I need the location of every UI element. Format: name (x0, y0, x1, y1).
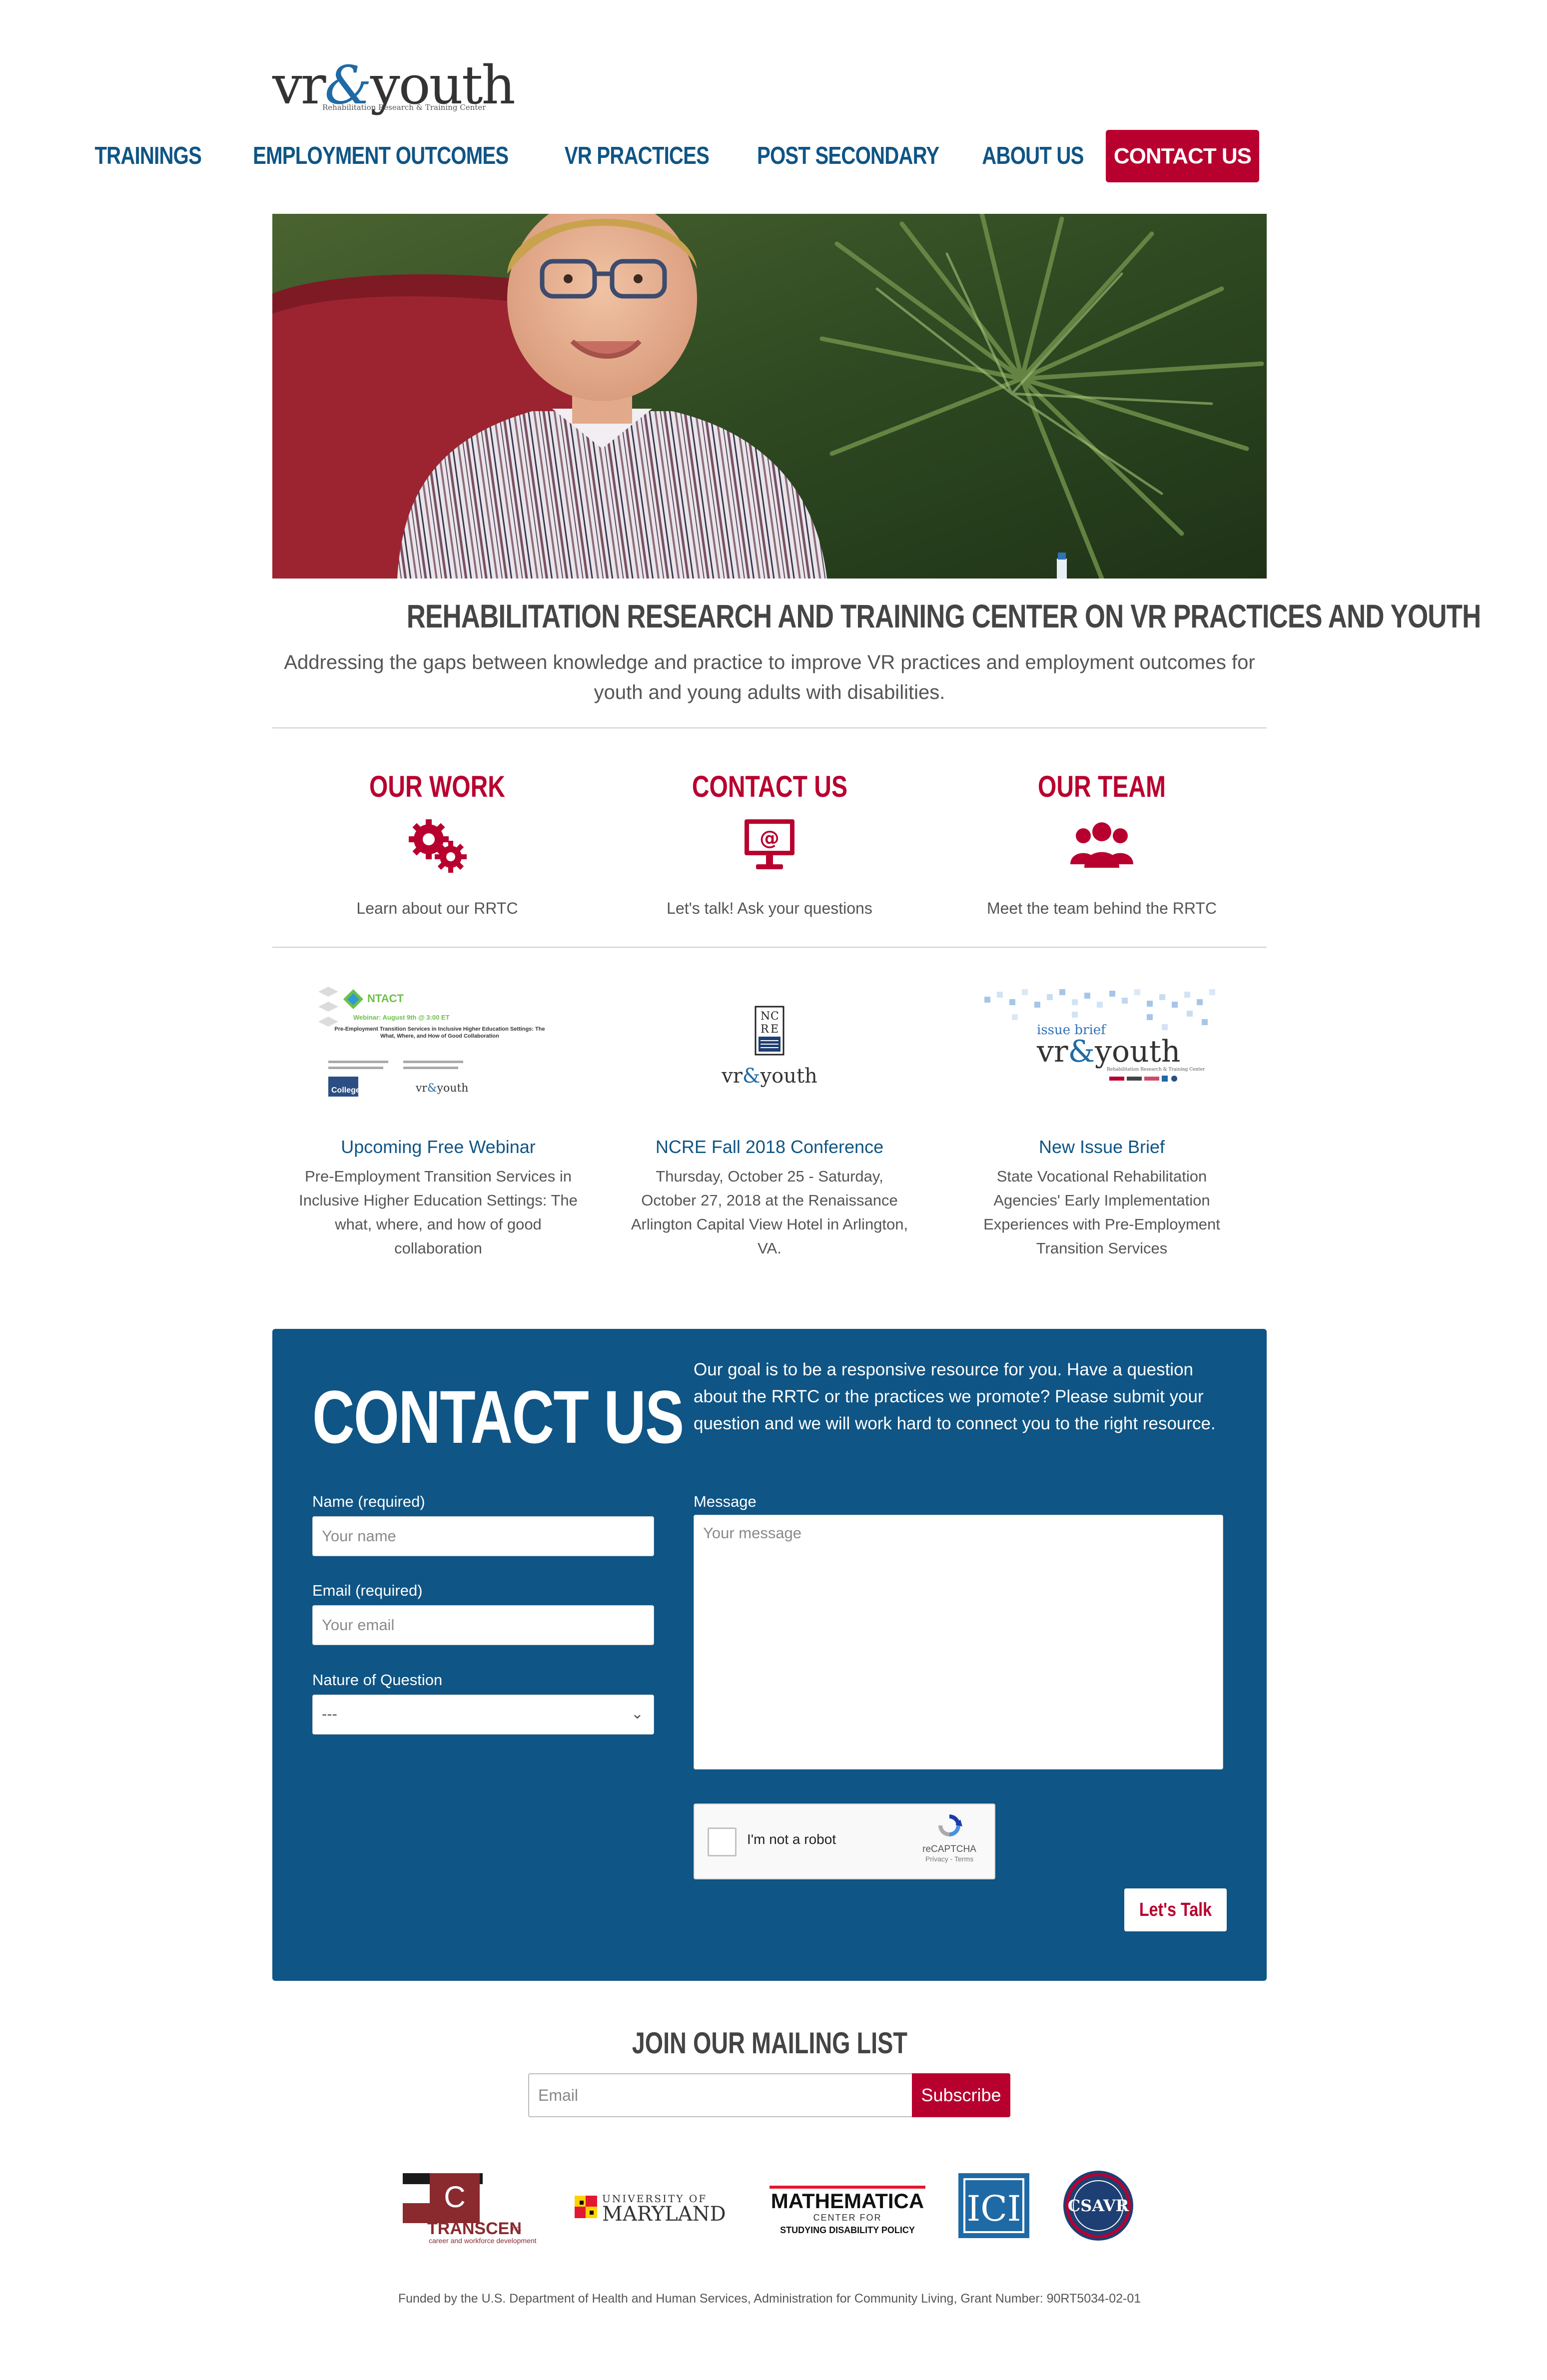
svg-text:N: N (761, 1010, 770, 1023)
contact-heading: CONTACT US (312, 1375, 684, 1459)
nature-label: Nature of Question (312, 1671, 443, 1689)
partner-logos: C TRANSCEN inc. career and workforce dev… (0, 2168, 1547, 2248)
recaptcha-label: I'm not a robot (747, 1831, 836, 1847)
monitor-at-icon: @ (745, 819, 794, 869)
news-title[interactable]: New Issue Brief (962, 1137, 1242, 1158)
news-item-issue-brief[interactable]: issue brief vr&youth Rehabilitation Rese… (962, 987, 1242, 1260)
mailing-title: JOIN OUR MAILING LIST (632, 2026, 907, 2060)
page-subtitle: Addressing the gaps between knowledge an… (284, 651, 1255, 703)
logo-tagline: Rehabilitation Research & Training Cente… (322, 103, 486, 112)
nav-trainings[interactable]: TRAININGS (81, 130, 214, 182)
recaptcha-icon (938, 1814, 962, 1836)
svg-text:@: @ (760, 827, 779, 850)
feature-title: CONTACT US (692, 770, 847, 803)
mathematica-logo: MATHEMATICA CENTER FOR STUDYING DISABILI… (770, 2186, 925, 2235)
svg-text:STUDYING DISABILITY POLICY: STUDYING DISABILITY POLICY (780, 2225, 915, 2235)
svg-text:TRANSCEN: TRANSCEN (427, 2219, 522, 2238)
ncre-logo: N C R E vr&youth (650, 987, 889, 1104)
svg-text:career and workforce developme: career and workforce development (429, 2237, 537, 2245)
svg-text:Rehabilitation Research & Trai: Rehabilitation Research & Training Cente… (1107, 1067, 1205, 1072)
svg-text:CSAVR: CSAVR (1068, 2196, 1129, 2215)
nav-employment-outcomes[interactable]: EMPLOYMENT OUTCOMES (240, 130, 522, 182)
recaptcha-brand: reCAPTCHA (922, 1844, 976, 1854)
contact-intro: Our goal is to be a responsive resource … (694, 1360, 1216, 1433)
issue-brief-graphic: issue brief vr&youth Rehabilitation Rese… (982, 987, 1222, 1104)
webinar-graphic: NTACT Webinar: August 9th @ 3:00 ET Pre-… (318, 987, 558, 1104)
news-desc: Pre-Employment Transition Services in In… (299, 1168, 578, 1257)
svg-text:NTACT: NTACT (367, 992, 404, 1005)
issue-brief-thumbnail[interactable]: issue brief vr&youth Rehabilitation Rese… (982, 987, 1222, 1104)
svg-text:E: E (771, 1023, 778, 1036)
svg-text:ICI: ICI (967, 2188, 1021, 2229)
email-label: Email (required) (312, 1582, 423, 1599)
feature-contact-us[interactable]: CONTACT US @ Let's talk! Ask your questi… (605, 769, 934, 918)
feature-our-team[interactable]: OUR TEAM Meet the team behind the RRTC (937, 769, 1267, 918)
svg-text:CENTER FOR: CENTER FOR (813, 2213, 882, 2223)
nature-select[interactable]: --- ⌄ (312, 1695, 654, 1735)
chevron-down-icon: ⌄ (631, 1706, 644, 1722)
news-title[interactable]: Upcoming Free Webinar (298, 1137, 578, 1158)
nav-post-secondary[interactable]: POST SECONDARY (744, 130, 952, 182)
mailing-email-input[interactable] (528, 2073, 912, 2117)
news-item-webinar[interactable]: NTACT Webinar: August 9th @ 3:00 ET Pre-… (298, 987, 578, 1260)
transcen-logo: C TRANSCEN inc. career and workforce dev… (403, 2173, 537, 2245)
ici-logo: ICI (958, 2173, 1029, 2238)
section-divider (272, 727, 1267, 728)
nav-contact-us[interactable]: CONTACT US (1105, 130, 1259, 182)
section-divider (272, 947, 1267, 948)
svg-text:vr&youth: vr&youth (415, 1082, 468, 1095)
svg-text:C: C (444, 2180, 465, 2214)
message-label: Message (694, 1493, 757, 1510)
name-input[interactable] (312, 1516, 654, 1556)
subscribe-button[interactable]: Subscribe (912, 2073, 1010, 2117)
site-logo[interactable]: vr&youth Rehabilitation Research & Train… (272, 59, 516, 116)
name-label: Name (required) (312, 1493, 425, 1510)
umd-logo: UNIVERSITY OF MARYLAND (575, 2193, 726, 2226)
main-nav: TRAININGS EMPLOYMENT OUTCOMES VR PRACTIC… (77, 130, 1259, 182)
recaptcha-widget: I'm not a robot reCAPTCHA Privacy - Term… (694, 1803, 995, 1879)
feature-title: OUR TEAM (1037, 770, 1166, 803)
page-title: REHABILITATION RESEARCH AND TRAINING CEN… (406, 597, 1482, 634)
svg-text:MARYLAND: MARYLAND (602, 2203, 726, 2226)
feature-desc: Learn about our RRTC (356, 899, 518, 917)
csavr-logo: CSAVR (1063, 2171, 1133, 2241)
svg-text:MATHEMATICA: MATHEMATICA (771, 2189, 924, 2213)
site-header: vr&youth Rehabilitation Research & Train… (94, 59, 1267, 189)
recaptcha-logo: reCAPTCHA Privacy - Terms (919, 1811, 979, 1863)
team-icon (1070, 822, 1133, 868)
svg-text:College: College (331, 1086, 360, 1095)
email-input[interactable] (312, 1605, 654, 1645)
partner-logos-strip: C TRANSCEN inc. career and workforce dev… (403, 2171, 1133, 2245)
recaptcha-checkbox[interactable] (708, 1827, 737, 1856)
news-item-ncre[interactable]: N C R E vr&youth NCRE Fall 2018 Conferen… (630, 987, 909, 1260)
news-desc: Thursday, October 25 - Saturday, October… (631, 1168, 908, 1257)
funding-note: Funded by the U.S. Department of Health … (398, 2292, 1141, 2306)
feature-desc: Meet the team behind the RRTC (986, 899, 1217, 917)
ncre-thumbnail[interactable]: N C R E vr&youth (650, 987, 889, 1104)
nav-about-us[interactable]: ABOUT US (969, 130, 1097, 182)
message-input[interactable] (694, 1515, 1223, 1770)
nav-vr-practices[interactable]: VR PRACTICES (551, 130, 722, 182)
news-desc: State Vocational Rehabilitation Agencies… (983, 1168, 1220, 1257)
svg-text:vr&youth: vr&youth (1036, 1034, 1180, 1069)
gears-icon (409, 819, 467, 873)
hero-photo (272, 214, 1267, 579)
svg-text:C: C (771, 1010, 779, 1023)
svg-text:inc.: inc. (511, 2224, 522, 2232)
submit-button[interactable]: Let's Talk (1124, 1888, 1227, 1931)
webinar-thumbnail[interactable]: NTACT Webinar: August 9th @ 3:00 ET Pre-… (318, 987, 558, 1104)
nature-select-value: --- (322, 1705, 337, 1723)
svg-text:Webinar: August 9th @ 3:00 ET: Webinar: August 9th @ 3:00 ET (353, 1014, 450, 1021)
svg-text:vr&youth: vr&youth (721, 1065, 817, 1088)
recaptcha-links[interactable]: Privacy - Terms (919, 1855, 979, 1863)
feature-our-work[interactable]: OUR WORK Learn about our RRTC (272, 769, 602, 918)
contact-panel: CONTACT US Our goal is to be a responsiv… (272, 1329, 1267, 1981)
hero-image (272, 214, 1267, 579)
news-title[interactable]: NCRE Fall 2018 Conference (630, 1137, 909, 1158)
feature-title: OUR WORK (369, 770, 505, 803)
svg-text:R: R (761, 1023, 770, 1036)
feature-desc: Let's talk! Ask your questions (667, 899, 872, 917)
